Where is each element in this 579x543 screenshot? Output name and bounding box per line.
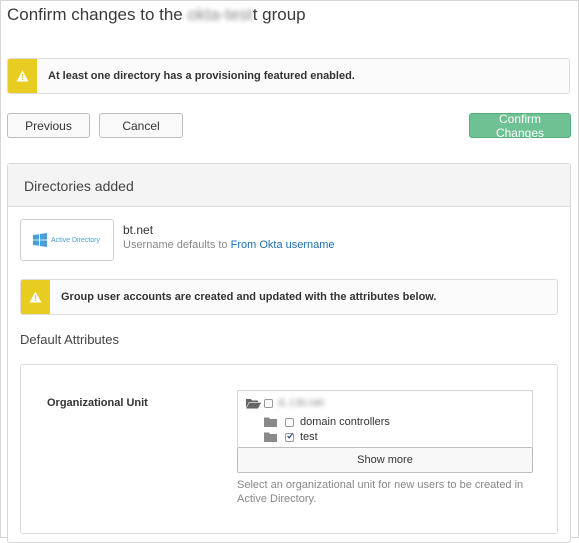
group-name-redacted: okta-test: [187, 5, 253, 24]
banner-message: Group user accounts are created and upda…: [61, 291, 437, 303]
organizational-unit-label: Organizational Unit: [47, 397, 148, 409]
tree-item-label: domain controllers: [300, 416, 390, 428]
warning-icon: [8, 59, 37, 93]
directories-added-panel: Directories added Active Directory bt.ne…: [7, 163, 571, 543]
cancel-button[interactable]: Cancel: [99, 113, 183, 138]
panel-header: Directories added: [8, 164, 570, 207]
provisioning-warning-banner: At least one directory has a provisionin…: [7, 58, 570, 94]
folder-icon: [264, 432, 277, 442]
confirm-changes-button[interactable]: Confirm Changes: [469, 112, 571, 140]
username-default-prefix: Username defaults to: [123, 239, 228, 251]
active-directory-logo: Active Directory: [20, 219, 114, 261]
folder-icon: [264, 417, 277, 427]
root-ou-redacted: d..t.bt.net: [278, 397, 324, 409]
title-suffix: t group: [252, 5, 306, 24]
active-directory-label: Active Directory: [51, 236, 101, 244]
test-checkbox[interactable]: [285, 432, 294, 442]
banner-message: At least one directory has a provisionin…: [48, 70, 355, 82]
page-title: Confirm changes to the okta-testt group: [7, 5, 306, 25]
root-checkbox[interactable]: [264, 398, 273, 408]
tree-item: domain controllers: [264, 416, 390, 428]
ou-tree: d..t.bt.net domain controllers test: [237, 390, 533, 447]
checkmark-icon: [287, 432, 293, 439]
ou-help-text: Select an organizational unit for new us…: [237, 479, 524, 505]
attributes-info-banner: Group user accounts are created and upda…: [20, 279, 558, 315]
username-default: Username defaults to From Okta username: [123, 239, 335, 251]
panel-title: Directories added: [24, 178, 134, 194]
tree-root: d..t.bt.net: [246, 397, 324, 409]
tree-item-label: test: [300, 431, 318, 443]
folder-open-icon: [246, 398, 261, 408]
username-source-link[interactable]: From Okta username: [231, 239, 335, 251]
show-more-button[interactable]: Show more: [237, 447, 533, 473]
title-prefix: Confirm changes to the: [7, 5, 183, 24]
windows-icon: [33, 233, 47, 247]
previous-button[interactable]: Previous: [7, 113, 90, 138]
directory-name: bt.net: [123, 223, 154, 237]
default-attributes-heading: Default Attributes: [20, 332, 119, 347]
warning-icon: [21, 280, 50, 314]
domain-controllers-checkbox[interactable]: [285, 417, 294, 427]
default-attributes-box: Organizational Unit d..t.bt.net domain c…: [20, 364, 558, 534]
tree-item: test: [264, 431, 318, 443]
